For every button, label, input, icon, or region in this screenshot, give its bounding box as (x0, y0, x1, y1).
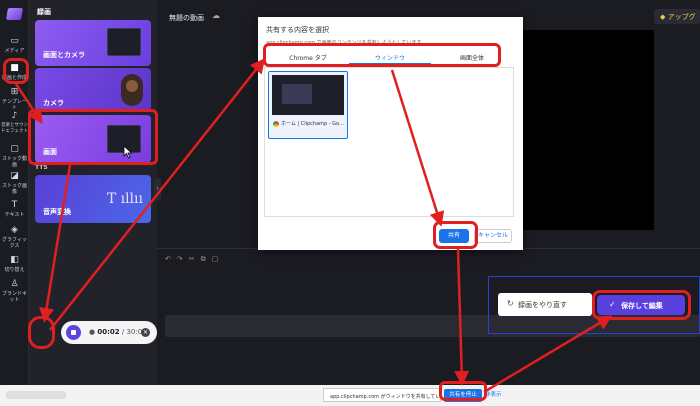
arrow-stop-to-save (483, 315, 613, 394)
arrow-stop-to-tabs (49, 58, 266, 331)
arrow-tabs-to-share (390, 69, 445, 227)
arrow-card-to-stop (39, 164, 72, 323)
arrow-share-to-stop (454, 248, 470, 386)
arrow-rail-to-card (14, 83, 43, 125)
annotation-arrows (14, 58, 613, 394)
